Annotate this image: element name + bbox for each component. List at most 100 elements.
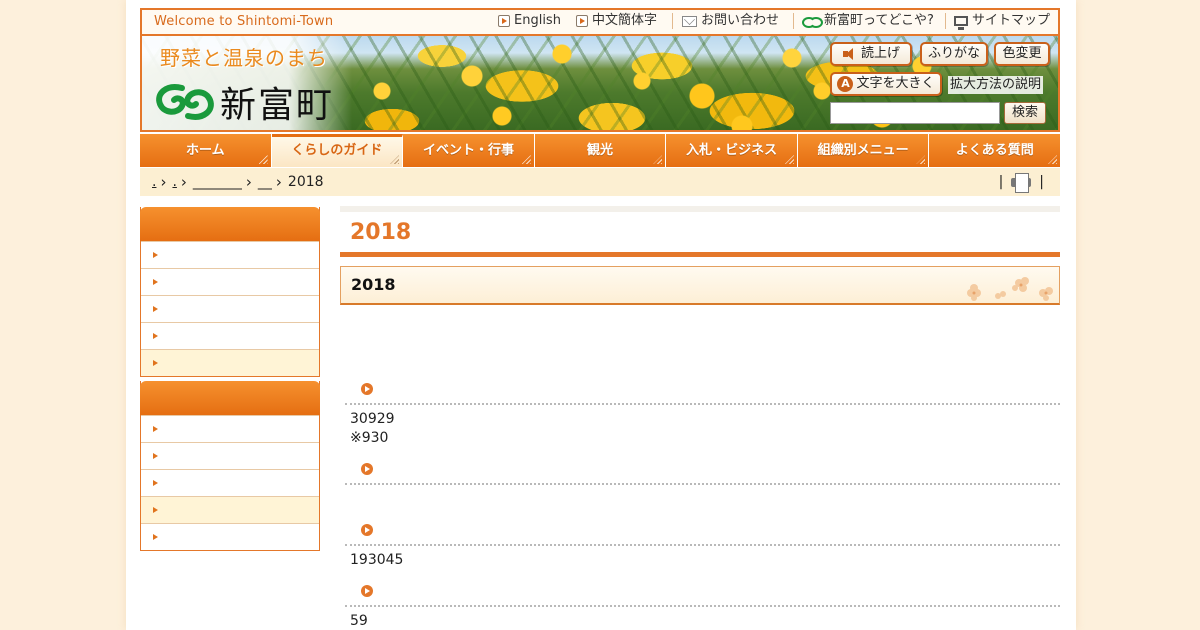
breadcrumb-current: 2018 bbox=[287, 174, 324, 190]
enlarge-text-label: 文字を大きく bbox=[856, 76, 935, 91]
page-container: Welcome to Shintomi-Town English 中文簡体字 お… bbox=[126, 0, 1076, 630]
entry-divider bbox=[345, 403, 1060, 405]
where-is-town-label: 新富町ってどこや? bbox=[824, 13, 934, 28]
breadcrumb-link[interactable]: . bbox=[152, 168, 156, 196]
nav-organization[interactable]: 組織別メニュー bbox=[797, 134, 930, 167]
corner-mark bbox=[784, 155, 794, 164]
read-aloud-label: 読上げ bbox=[860, 46, 900, 61]
enlarge-help-link[interactable]: 拡大方法の説明 bbox=[948, 76, 1044, 94]
circle-arrow-icon bbox=[361, 463, 373, 475]
chevron-right-icon: › bbox=[160, 173, 167, 191]
sidebar-item[interactable] bbox=[141, 442, 319, 469]
contact-link[interactable]: お問い合わせ bbox=[682, 10, 779, 32]
brand-area[interactable]: 野菜と温泉のまち 新富町 bbox=[142, 36, 352, 130]
search-button[interactable]: 検索 bbox=[1004, 102, 1046, 124]
arrow-right-icon bbox=[153, 252, 158, 258]
sitemap-link[interactable]: サイトマップ bbox=[954, 10, 1050, 32]
corner-mark bbox=[653, 155, 663, 164]
arrow-right-icon bbox=[153, 426, 158, 432]
arrow-right-icon bbox=[153, 360, 158, 366]
circle-arrow-icon bbox=[361, 585, 373, 597]
sidebar-item[interactable] bbox=[141, 523, 319, 550]
divider: | bbox=[1039, 174, 1044, 190]
sidebar-item[interactable] bbox=[141, 241, 319, 268]
breadcrumb-trail: . › . › _______ › __ › 2018 bbox=[152, 168, 324, 196]
speaker-icon bbox=[842, 47, 858, 61]
corner-mark bbox=[258, 155, 268, 164]
read-aloud-button[interactable]: 読上げ bbox=[830, 42, 912, 66]
chinese-link-label: 中文簡体字 bbox=[592, 13, 658, 28]
sidebar-item[interactable] bbox=[141, 268, 319, 295]
accessibility-tools: 読上げ ふりがな 色変更 A 文字を大きく 拡大方法の説明 検索 bbox=[830, 36, 1058, 130]
english-link-label: English bbox=[514, 13, 561, 28]
search-input[interactable] bbox=[830, 102, 1000, 124]
corner-mark bbox=[916, 155, 926, 164]
english-link[interactable]: English bbox=[498, 10, 561, 32]
corner-mark bbox=[521, 155, 531, 164]
print-area: | | bbox=[999, 168, 1044, 196]
arrow-right-icon bbox=[153, 534, 158, 540]
chinese-link[interactable]: 中文簡体字 bbox=[576, 10, 657, 32]
sidebar-item[interactable] bbox=[141, 469, 319, 496]
color-change-button[interactable]: 色変更 bbox=[994, 42, 1050, 66]
contact-link-label: お問い合わせ bbox=[701, 13, 780, 28]
divider bbox=[672, 13, 673, 29]
corner-mark bbox=[390, 155, 400, 164]
breadcrumb-link[interactable]: _______ bbox=[193, 168, 242, 196]
entry-description: 193045 bbox=[350, 552, 404, 568]
sidebar-menu-1 bbox=[140, 207, 320, 377]
nav-tourism[interactable]: 観光 bbox=[534, 134, 667, 167]
section-title: 2018 bbox=[340, 266, 1060, 305]
town-logo-icon bbox=[156, 84, 214, 120]
nav-label: ホーム bbox=[185, 143, 225, 158]
entry-description: 30929 ※930 bbox=[350, 411, 395, 446]
town-name: 新富町 bbox=[220, 85, 335, 126]
sidebar-item[interactable] bbox=[141, 295, 319, 322]
sidebar-menu-2 bbox=[140, 381, 320, 551]
sidebar-heading bbox=[140, 207, 320, 241]
arrow-right-icon bbox=[153, 507, 158, 513]
town-logo-icon bbox=[802, 16, 823, 28]
nav-label: よくある質問 bbox=[955, 143, 1034, 158]
nav-home[interactable]: ホーム bbox=[140, 134, 272, 167]
sitemap-link-label: サイトマップ bbox=[972, 13, 1051, 28]
sidebar-heading bbox=[140, 381, 320, 415]
nav-label: 入札・ビジネス bbox=[686, 143, 778, 158]
nav-living-guide[interactable]: くらしのガイド bbox=[271, 134, 404, 167]
furigana-label: ふりがな bbox=[927, 46, 980, 61]
global-nav: ホーム くらしのガイド イベント・行事 観光 入札・ビジネス 組織別メニュー よ… bbox=[140, 134, 1061, 167]
chevron-right-icon: › bbox=[275, 173, 282, 191]
breadcrumb: . › . › _______ › __ › 2018 | | bbox=[140, 168, 1060, 196]
welcome-text: Welcome to Shintomi-Town bbox=[154, 14, 334, 29]
entry-divider bbox=[345, 483, 1060, 485]
font-size-icon: A bbox=[837, 76, 854, 92]
page-title: 2018 bbox=[340, 212, 1060, 257]
arrow-right-icon bbox=[153, 306, 158, 312]
where-is-town-link[interactable]: 新富町ってどこや? bbox=[802, 10, 934, 32]
printer-icon[interactable] bbox=[1011, 173, 1032, 193]
sidebar-item[interactable] bbox=[141, 415, 319, 442]
circle-arrow-icon bbox=[361, 524, 373, 536]
nav-faq[interactable]: よくある質問 bbox=[929, 134, 1061, 167]
nav-label: くらしのガイド bbox=[291, 143, 383, 158]
furigana-button[interactable]: ふりがな bbox=[920, 42, 988, 66]
utility-bar: Welcome to Shintomi-Town English 中文簡体字 お… bbox=[140, 8, 1060, 34]
arrow-right-icon bbox=[153, 333, 158, 339]
divider bbox=[793, 13, 794, 29]
nav-business[interactable]: 入札・ビジネス bbox=[666, 134, 798, 167]
sidebar-item-active[interactable] bbox=[141, 349, 319, 376]
arrow-right-icon bbox=[153, 279, 158, 285]
breadcrumb-link[interactable]: __ bbox=[258, 168, 272, 196]
chevron-right-icon: › bbox=[245, 173, 252, 191]
sidebar-item-active[interactable] bbox=[141, 496, 319, 523]
divider bbox=[945, 13, 946, 29]
sidebar-item[interactable] bbox=[141, 322, 319, 349]
breadcrumb-link[interactable]: . bbox=[172, 168, 176, 196]
monitor-icon bbox=[954, 16, 968, 30]
color-change-label: 色変更 bbox=[1002, 46, 1042, 61]
entry-divider bbox=[345, 544, 1060, 546]
header-banner: 野菜と温泉のまち 新富町 読上げ ふりがな 色変更 A 文字を大きく 拡大方法の bbox=[140, 34, 1060, 132]
enlarge-text-button[interactable]: A 文字を大きく bbox=[830, 72, 942, 96]
nav-events[interactable]: イベント・行事 bbox=[403, 134, 535, 167]
nav-label: 組織別メニュー bbox=[817, 143, 909, 158]
